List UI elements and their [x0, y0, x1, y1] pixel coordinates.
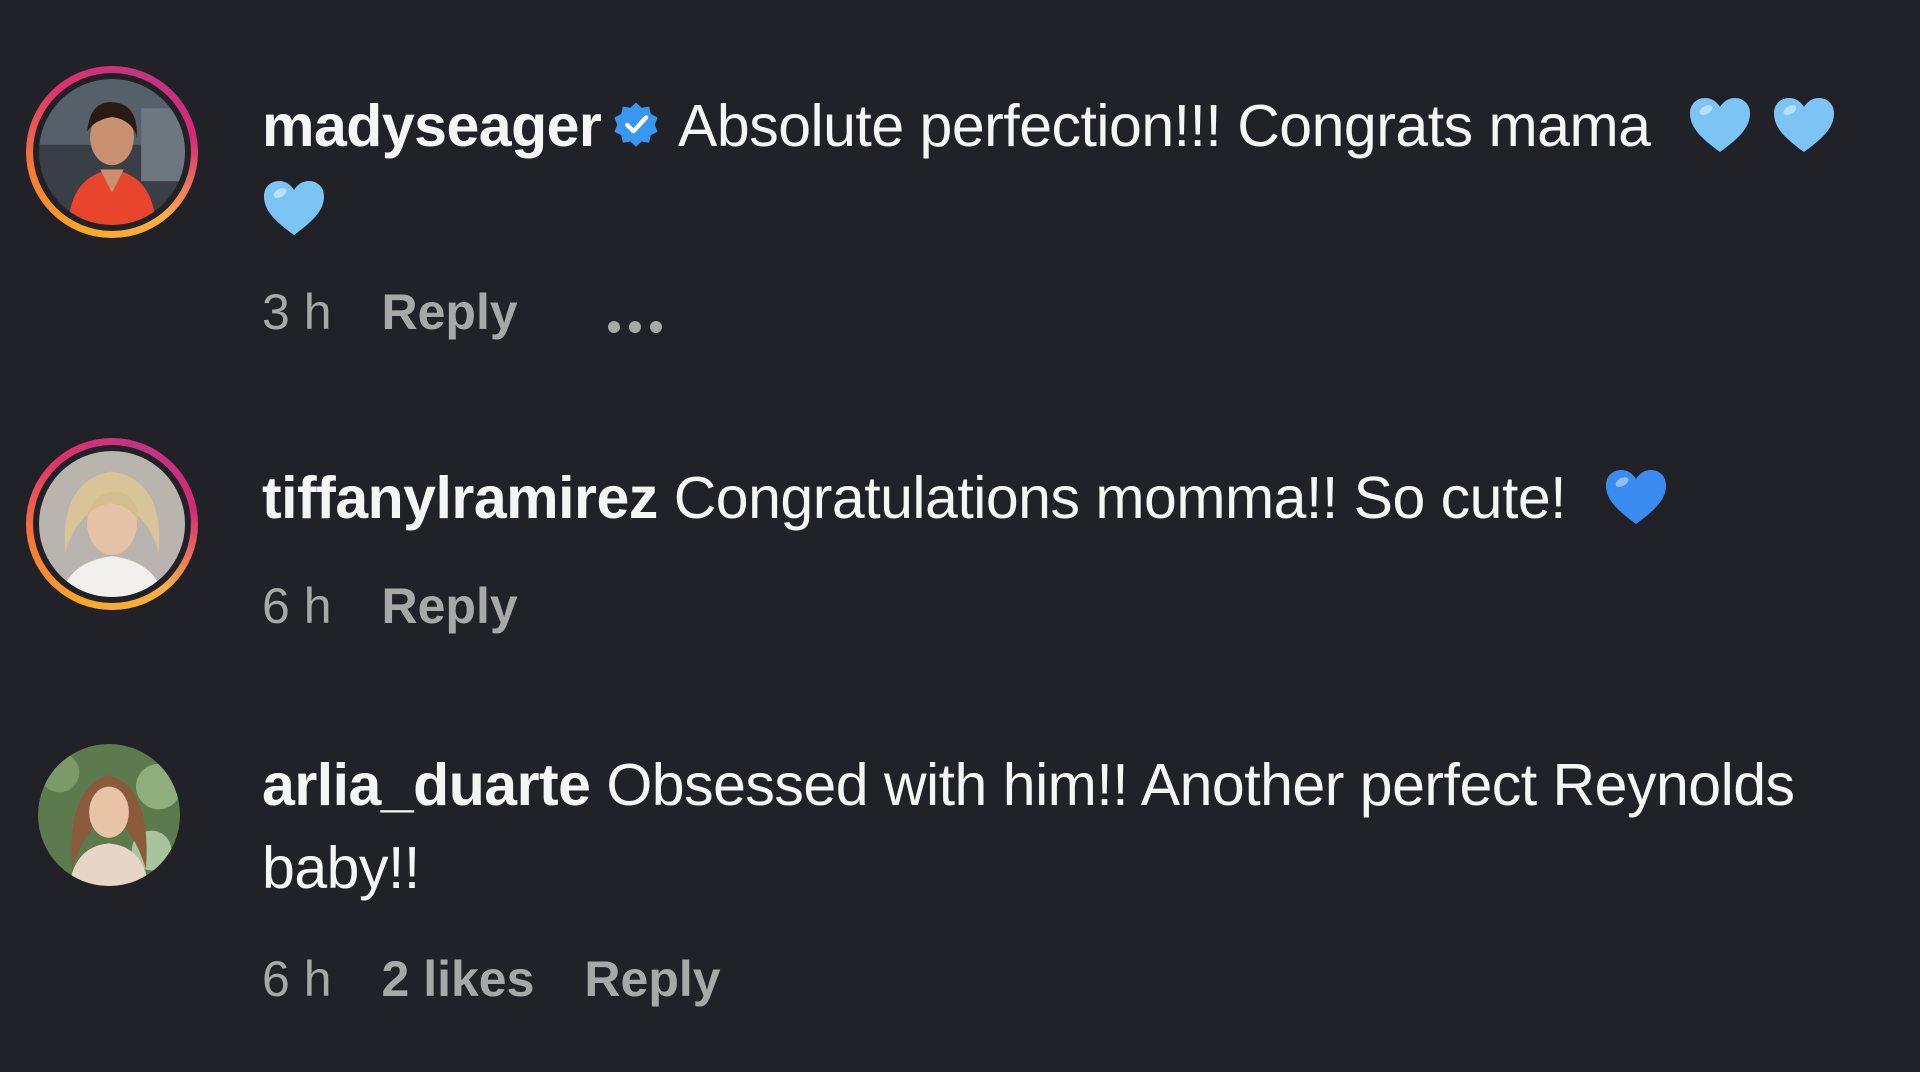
light-blue-heart-icon — [1774, 98, 1835, 152]
avatar-image — [39, 451, 185, 597]
comment-meta: 3 h Reply — [262, 283, 721, 345]
verified-badge-icon — [614, 102, 658, 147]
avatar-image — [39, 79, 185, 225]
comment-time: 6 h — [262, 951, 332, 1007]
light-blue-heart-icon — [1690, 98, 1751, 152]
comment-text: Absolute perfection!!! Congrats mama — [678, 93, 1651, 159]
comment-body: madyseager Absolute perfection!!! Congra… — [262, 85, 1912, 251]
comment-time: 3 h — [262, 284, 332, 340]
comment-body: arlia_duarte Obsessed with him!! Another… — [262, 744, 1902, 910]
comment-username[interactable]: tiffanylramirez — [262, 465, 658, 531]
comment-text: Congratulations momma!! So cute! — [673, 465, 1567, 531]
comment-meta: 6 h 2 likes Reply — [262, 950, 771, 1008]
reply-button[interactable]: Reply — [382, 578, 518, 634]
avatar[interactable] — [39, 79, 185, 225]
comment-username[interactable]: madyseager — [262, 93, 602, 159]
likes-count[interactable]: 2 likes — [382, 951, 535, 1007]
comment-username[interactable]: arlia_duarte — [262, 752, 591, 818]
reply-button[interactable]: Reply — [382, 284, 518, 340]
reply-button[interactable]: Reply — [584, 951, 720, 1007]
avatar-wrap[interactable] — [26, 732, 198, 904]
comment-meta: 6 h Reply — [262, 577, 568, 635]
avatar-story-ring[interactable] — [26, 66, 198, 238]
avatar-image — [38, 744, 180, 886]
avatar[interactable] — [39, 451, 185, 597]
comment-body: tiffanylramirez Congratulations momma!! … — [262, 457, 1912, 540]
avatar[interactable] — [38, 744, 180, 886]
avatar-story-ring[interactable] — [26, 438, 198, 610]
blue-heart-icon — [1605, 470, 1666, 524]
more-dots-icon[interactable] — [607, 287, 671, 345]
comment-time: 6 h — [262, 578, 332, 634]
light-blue-heart-icon — [264, 181, 324, 235]
